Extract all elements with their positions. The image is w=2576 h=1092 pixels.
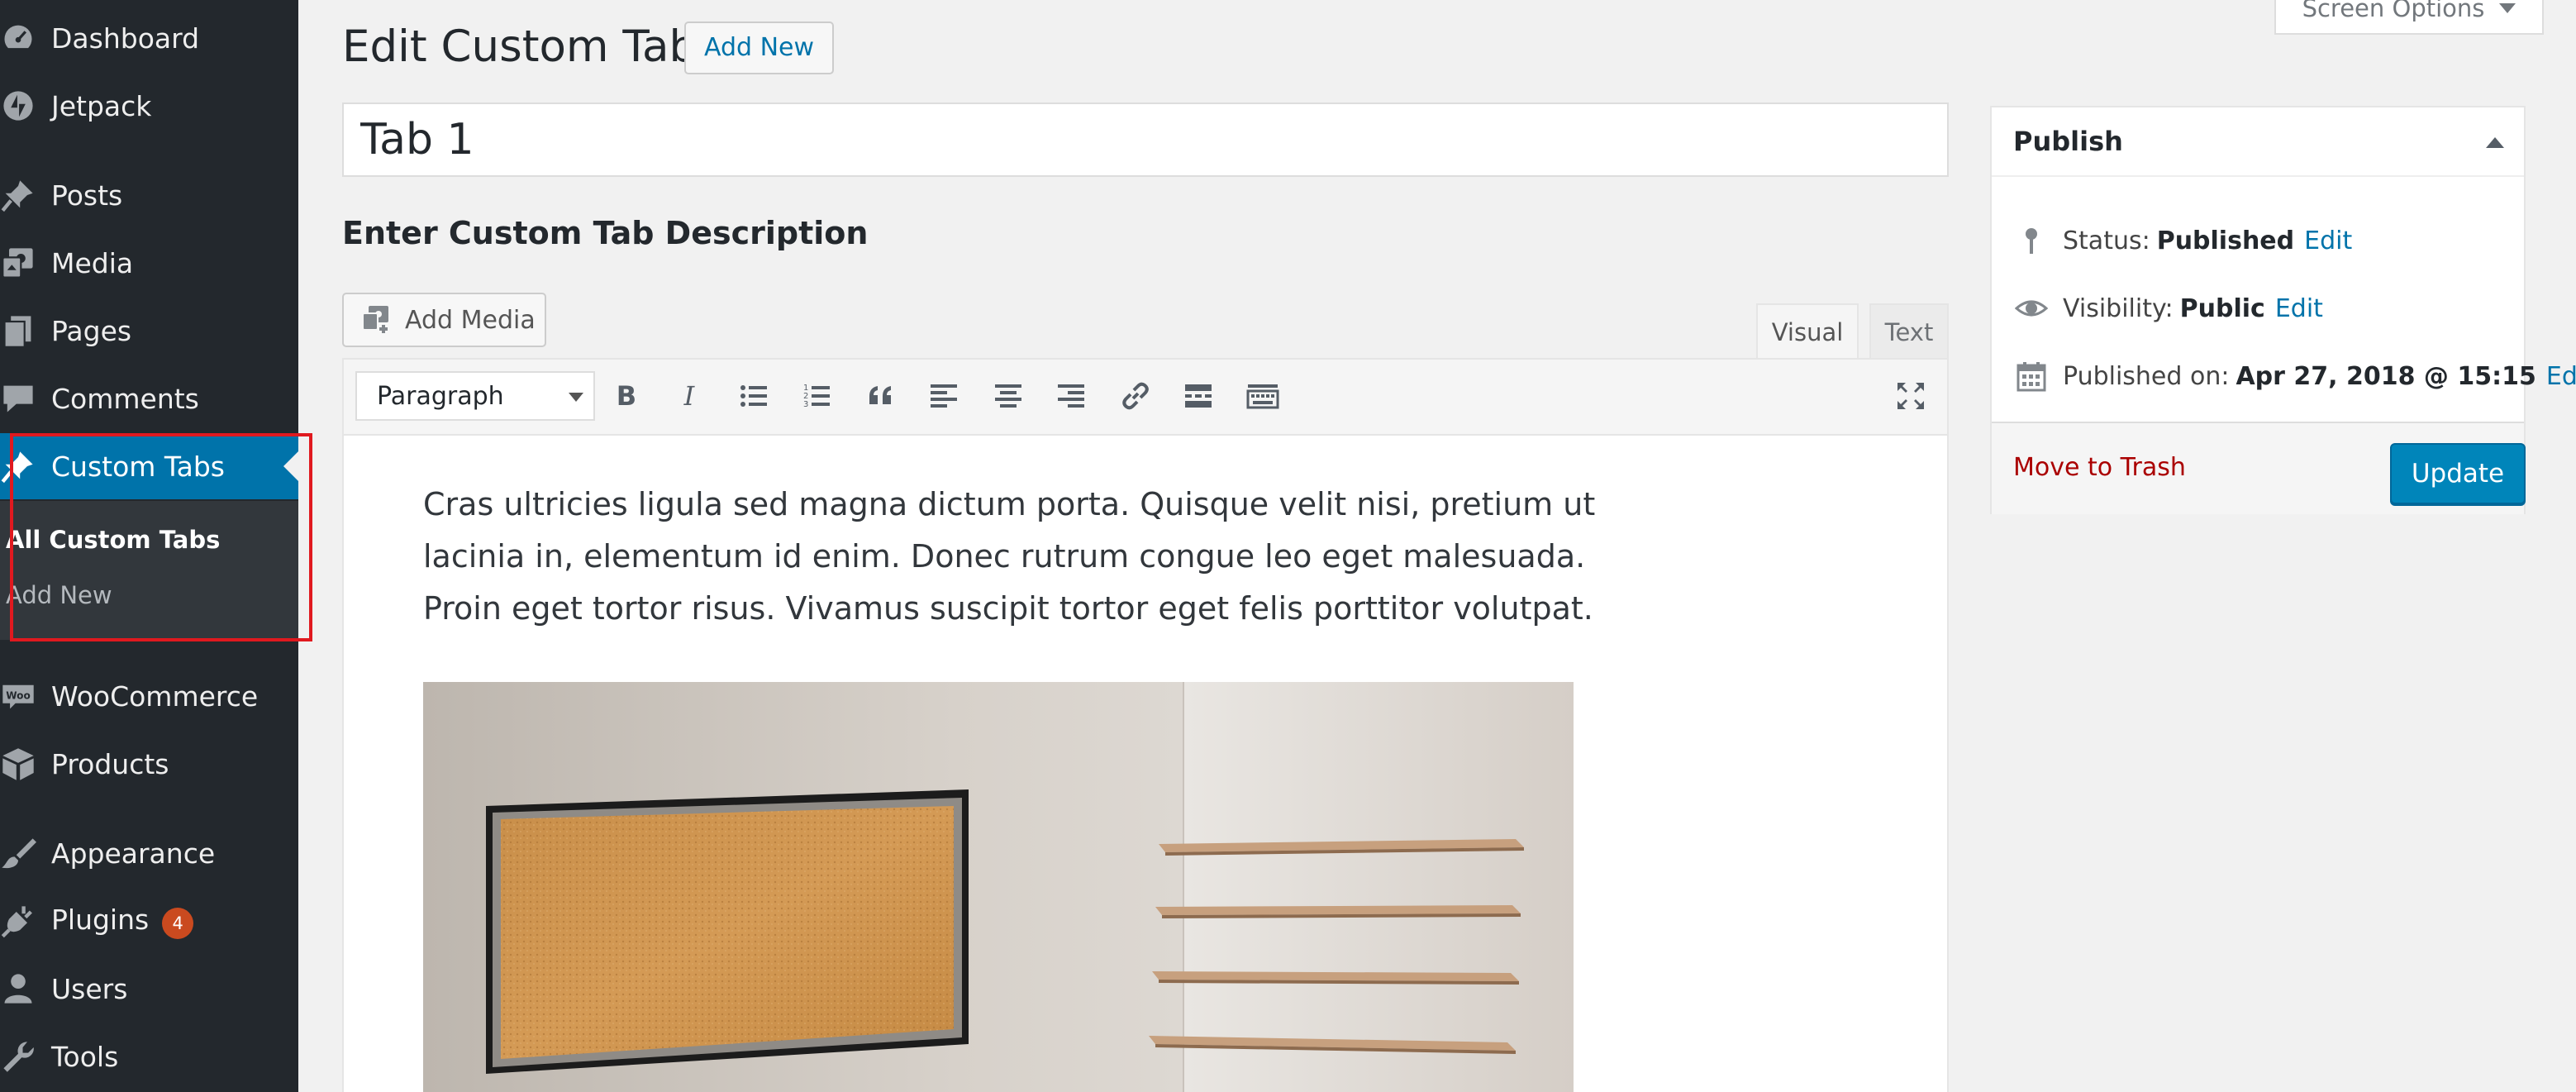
menu-item-posts[interactable]: Posts — [0, 162, 298, 228]
edit-visibility-link[interactable]: Edit — [2275, 294, 2323, 323]
calendar-icon — [2013, 358, 2050, 394]
align-right-button[interactable] — [1051, 376, 1091, 416]
menu-item-woocommerce[interactable]: Woo WooCommerce — [0, 663, 298, 729]
visibility-value: Public — [2179, 293, 2265, 323]
page-title: Edit Custom Tab — [342, 21, 698, 72]
box-icon — [0, 746, 36, 782]
pushpin-icon — [0, 177, 36, 213]
fullscreen-icon — [1894, 379, 1927, 412]
publish-actions: Move to Trash Update — [1992, 422, 2526, 514]
menu-item-users[interactable]: Users — [0, 956, 298, 1022]
menu-item-tools[interactable]: Tools — [0, 1023, 298, 1090]
dropdown-caret-icon — [569, 393, 583, 402]
editor-paragraph[interactable]: Cras ultricies ligula sed magna dictum p… — [423, 479, 1597, 635]
menu-item-plugins[interactable]: Plugins 4 — [0, 888, 298, 954]
svg-text:3: 3 — [803, 400, 808, 409]
add-new-button[interactable]: Add New — [684, 21, 835, 74]
menu-item-jetpack[interactable]: Jetpack — [0, 73, 298, 139]
plugins-update-badge: 4 — [162, 907, 194, 939]
wrench-icon — [0, 1038, 36, 1075]
align-center-button[interactable] — [988, 376, 1028, 416]
toolbar-toggle-icon — [1246, 379, 1279, 412]
publish-box-header[interactable]: Publish — [1992, 107, 2524, 177]
publish-box: Publish Status: Published Edit Visibilit… — [1990, 106, 2576, 514]
menu-item-pages[interactable]: Pages — [0, 298, 298, 364]
publish-visibility-row: Visibility: Public Edit — [2013, 288, 2323, 329]
user-icon — [0, 970, 36, 1007]
dashboard-icon — [0, 20, 36, 56]
align-right-icon — [1055, 379, 1088, 412]
media-icon — [0, 245, 36, 281]
blockquote-icon — [864, 379, 898, 412]
description-heading: Enter Custom Tab Description — [342, 215, 869, 251]
menu-item-products[interactable]: Products — [0, 731, 298, 797]
align-left-icon — [927, 379, 960, 412]
svg-text:Woo: Woo — [6, 689, 31, 701]
bulleted-list-icon — [737, 379, 770, 412]
plug-icon — [0, 903, 36, 939]
link-icon — [1119, 379, 1152, 412]
numbered-list-button[interactable]: 123 — [797, 376, 836, 416]
menu-item-dashboard[interactable]: Dashboard — [0, 5, 298, 71]
annotation-highlight-box — [10, 433, 312, 641]
italic-button[interactable]: I — [669, 376, 709, 416]
content-image[interactable] — [423, 682, 1574, 1092]
tab-visual[interactable]: Visual — [1756, 303, 1859, 360]
add-media-button[interactable]: Add Media — [342, 293, 546, 347]
add-media-label: Add Media — [405, 305, 536, 335]
menu-item-appearance[interactable]: Appearance — [0, 820, 298, 886]
align-left-button[interactable] — [924, 376, 964, 416]
insert-link-button[interactable] — [1116, 376, 1155, 416]
paintbrush-icon — [0, 835, 36, 871]
blockquote-button[interactable] — [861, 376, 901, 416]
fullscreen-button[interactable] — [1891, 376, 1931, 416]
admin-sidebar: Dashboard Jetpack Posts Media Pages Comm… — [0, 0, 312, 1092]
publish-heading: Publish — [2013, 126, 2123, 157]
post-title-input[interactable] — [342, 103, 1949, 177]
editor-toolbar: Paragraph B I 123 — [344, 360, 1947, 436]
move-to-trash-link[interactable]: Move to Trash — [2013, 453, 2186, 482]
read-more-button[interactable] — [1178, 376, 1218, 416]
bold-icon: B — [610, 379, 643, 412]
bold-button[interactable]: B — [607, 376, 646, 416]
svg-text:I: I — [683, 380, 696, 412]
align-center-icon — [992, 379, 1025, 412]
eye-icon — [2013, 290, 2050, 327]
pages-icon — [0, 312, 36, 349]
caret-down-icon — [2499, 3, 2516, 13]
woocommerce-icon: Woo — [0, 678, 36, 714]
read-more-icon — [1182, 379, 1215, 412]
publish-status-row: Status: Published Edit — [2013, 220, 2352, 261]
add-media-icon — [360, 303, 393, 336]
published-date-value: Apr 27, 2018 @ 15:15 — [2236, 361, 2536, 391]
jetpack-icon — [0, 88, 36, 124]
edit-date-link[interactable]: Edit — [2546, 362, 2576, 391]
svg-text:B: B — [617, 380, 636, 412]
publish-date-row: Published on: Apr 27, 2018 @ 15:15 Edit — [2013, 355, 2576, 397]
editor-content-area[interactable]: Cras ultricies ligula sed magna dictum p… — [344, 436, 1947, 1092]
format-select-value: Paragraph — [377, 381, 504, 411]
italic-icon: I — [673, 379, 706, 412]
comment-icon — [0, 380, 36, 417]
screen-options-button[interactable]: Screen Options — [2274, 0, 2544, 35]
bulleted-list-button[interactable] — [734, 376, 774, 416]
status-value: Published — [2156, 226, 2295, 255]
menu-item-comments[interactable]: Comments — [0, 365, 298, 432]
content-editor: Paragraph B I 123 Cras ultricies ligula … — [342, 358, 1949, 1092]
tab-text[interactable]: Text — [1869, 303, 1949, 360]
numbered-list-icon: 123 — [800, 379, 833, 412]
collapse-arrow-icon[interactable] — [2486, 137, 2504, 148]
update-button[interactable]: Update — [2390, 443, 2526, 504]
format-select[interactable]: Paragraph — [355, 371, 595, 421]
toolbar-toggle-button[interactable] — [1243, 376, 1283, 416]
pin-icon — [2013, 222, 2050, 259]
edit-status-link[interactable]: Edit — [2304, 227, 2352, 255]
menu-item-media[interactable]: Media — [0, 230, 298, 296]
screen-options-label: Screen Options — [2302, 0, 2485, 22]
